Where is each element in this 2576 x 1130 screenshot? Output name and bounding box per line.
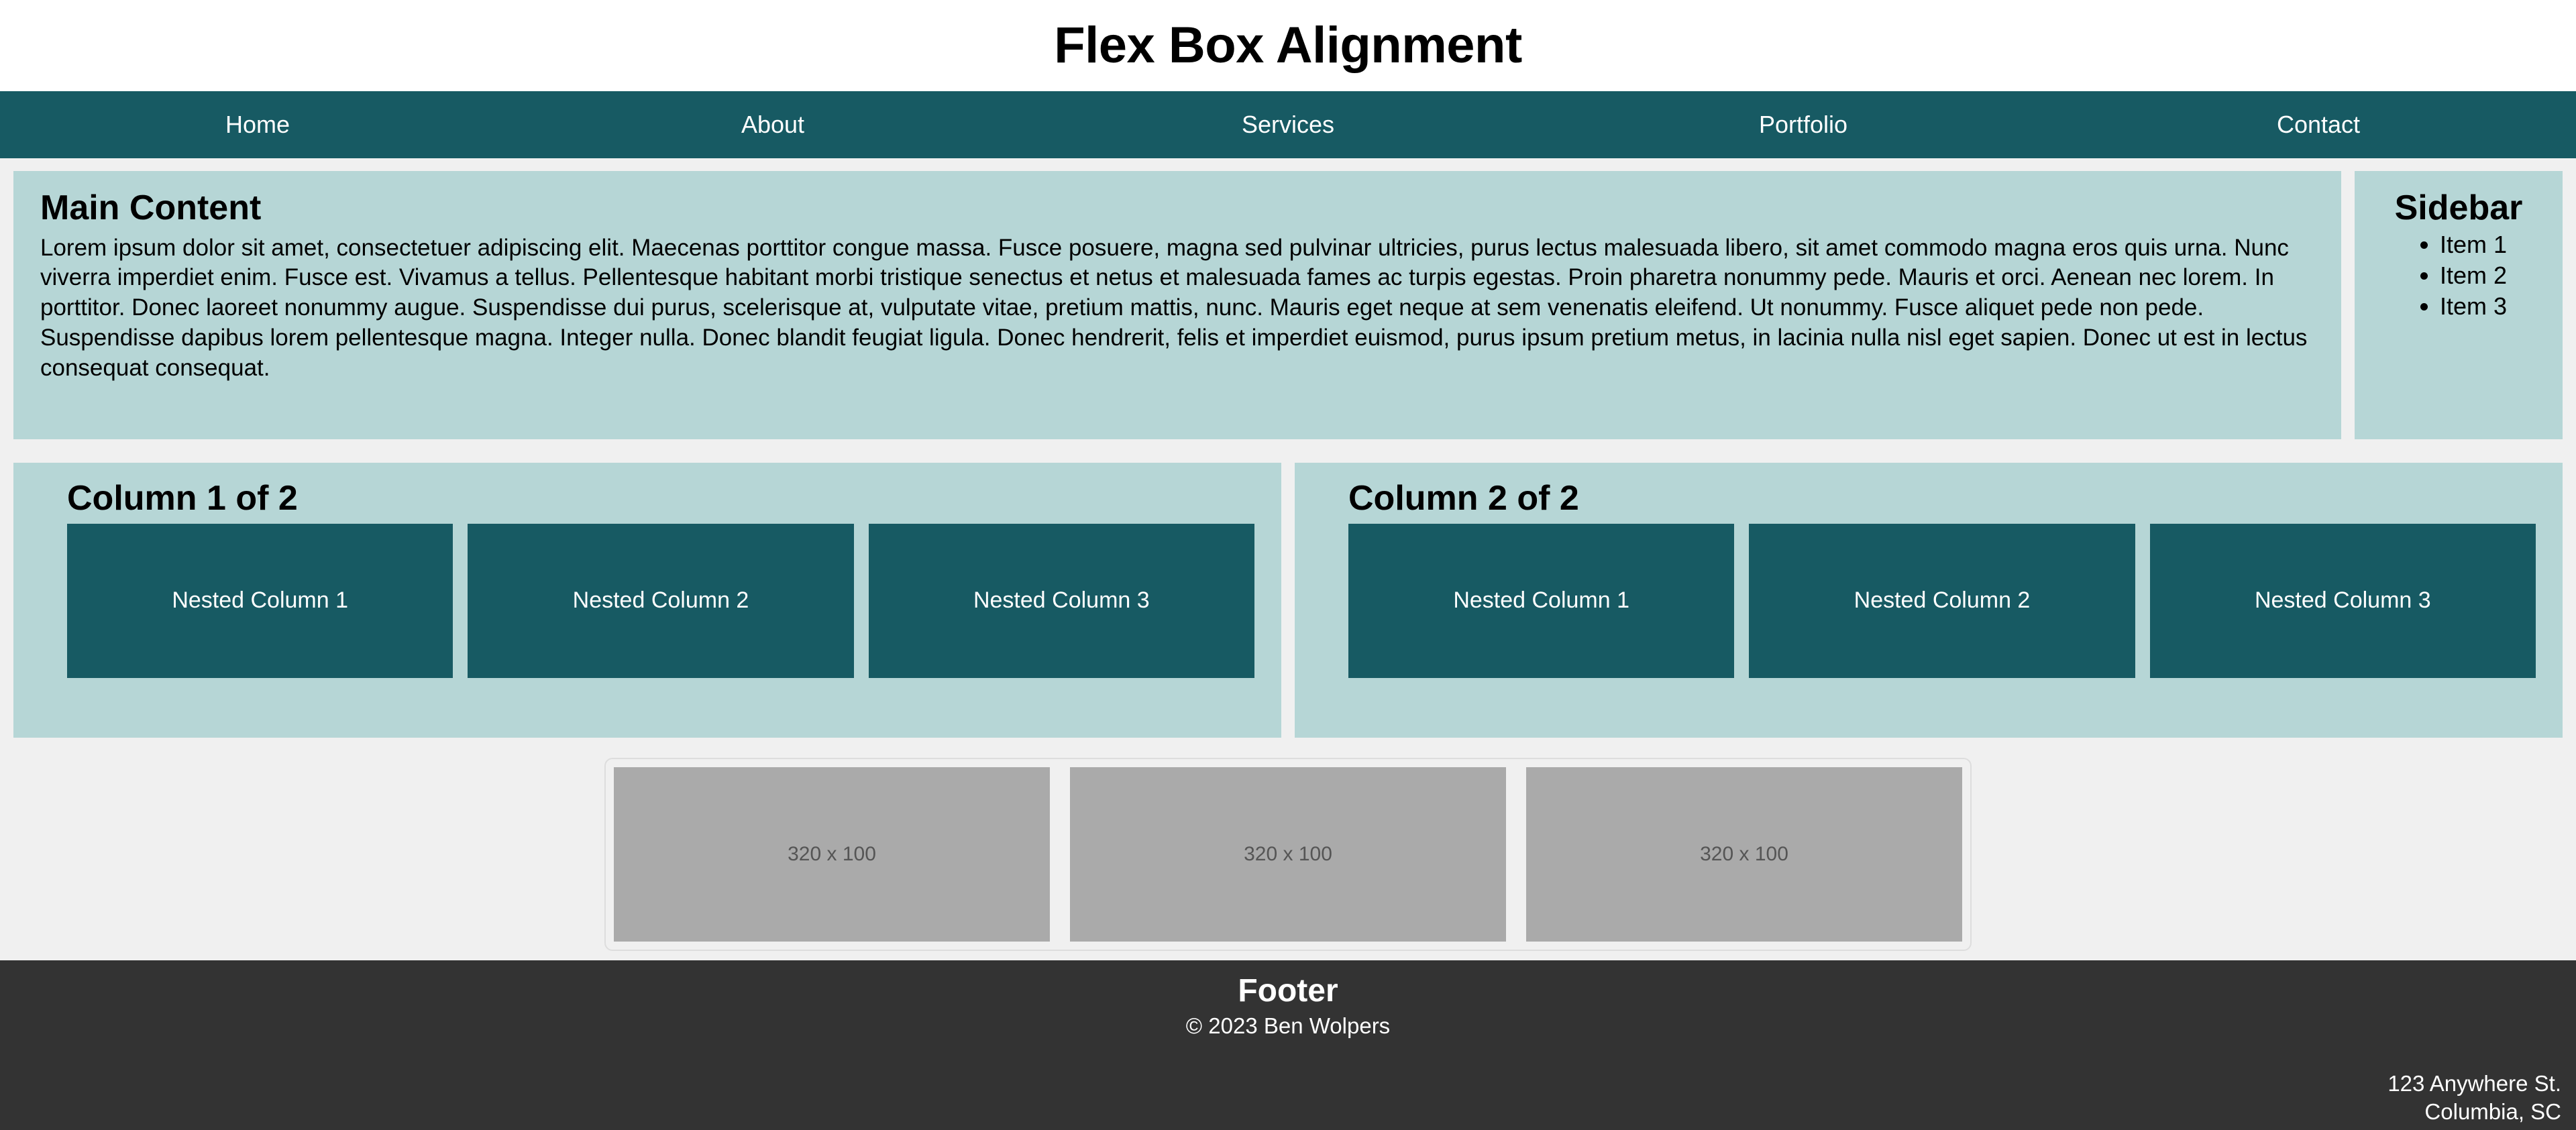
column-1-nested-box-1[interactable]: Nested Column 1 (67, 523, 453, 678)
image-row: 320 x 100 320 x 100 320 x 100 (604, 758, 1972, 951)
sidebar-panel: Sidebar Item 1 Item 2 Item 3 (2355, 171, 2563, 439)
nav-item-contact[interactable]: Contact (2061, 113, 2576, 137)
column-1-nested-row: Nested Column 1 Nested Column 2 Nested C… (67, 523, 1254, 678)
footer-address-line-2: Columbia, SC (2424, 1098, 2561, 1124)
footer-copyright: © 2023 Ben Wolpers (1185, 1013, 1391, 1038)
content-band: Main Content Lorem ipsum dolor sit amet,… (0, 158, 2576, 960)
sidebar-item-3[interactable]: Item 3 (2440, 291, 2507, 322)
main-content-paragraph: Lorem ipsum dolor sit amet, consectetuer… (40, 234, 2308, 381)
nav-link-portfolio[interactable]: Portfolio (1759, 113, 1847, 137)
nav-item-home[interactable]: Home (0, 113, 515, 137)
sidebar-item-1[interactable]: Item 1 (2440, 229, 2507, 260)
column-2-nested-row: Nested Column 1 Nested Column 2 Nested C… (1348, 523, 2536, 678)
main-row: Main Content Lorem ipsum dolor sit amet,… (0, 158, 2576, 439)
column-2-nested-box-2[interactable]: Nested Column 2 (1749, 523, 2135, 678)
nav-link-home[interactable]: Home (225, 113, 290, 137)
footer-address-line-1: 123 Anywhere St. (2387, 1070, 2561, 1096)
column-1-heading: Column 1 of 2 (67, 479, 298, 518)
primary-navigation: Home About Services Portfolio Contact (0, 91, 2576, 158)
image-placeholder-2[interactable]: 320 x 100 (1070, 767, 1506, 942)
image-row-wrapper: 320 x 100 320 x 100 320 x 100 (0, 738, 2576, 951)
columns-row: Column 1 of 2 Nested Column 1 Nested Col… (0, 439, 2576, 738)
image-placeholder-1[interactable]: 320 x 100 (614, 767, 1050, 942)
sidebar-heading: Sidebar (2394, 188, 2523, 227)
nav-list: Home About Services Portfolio Contact (0, 113, 2576, 137)
main-content-panel: Main Content Lorem ipsum dolor sit amet,… (13, 171, 2341, 439)
image-placeholder-3[interactable]: 320 x 100 (1526, 767, 1962, 942)
nav-link-contact[interactable]: Contact (2277, 113, 2360, 137)
nav-link-services[interactable]: Services (1242, 113, 1334, 137)
footer-heading: Footer (1238, 973, 1338, 1009)
page-title: Flex Box Alignment (1054, 17, 1522, 74)
column-panel-1: Column 1 of 2 Nested Column 1 Nested Col… (13, 463, 1281, 738)
main-content-heading: Main Content (40, 188, 262, 227)
footer-main: Footer © 2023 Ben Wolpers (0, 973, 2576, 1041)
sidebar-item-2[interactable]: Item 2 (2440, 260, 2507, 291)
page-root: Flex Box Alignment Home About Services P… (0, 0, 2576, 1130)
footer-address: 123 Anywhere St. Columbia, SC (2387, 1070, 2561, 1126)
sidebar-list: Item 1 Item 2 Item 3 (2410, 229, 2507, 322)
column-2-nested-box-1[interactable]: Nested Column 1 (1348, 523, 1735, 678)
nav-item-about[interactable]: About (515, 113, 1030, 137)
nav-item-services[interactable]: Services (1030, 113, 1546, 137)
site-header: Flex Box Alignment (0, 0, 2576, 91)
column-1-nested-box-3[interactable]: Nested Column 3 (868, 523, 1254, 678)
nav-link-about[interactable]: About (741, 113, 804, 137)
column-2-heading: Column 2 of 2 (1348, 479, 1579, 518)
column-2-nested-box-3[interactable]: Nested Column 3 (2149, 523, 2536, 678)
column-panel-2: Column 2 of 2 Nested Column 1 Nested Col… (1295, 463, 2563, 738)
site-footer: Footer © 2023 Ben Wolpers 123 Anywhere S… (0, 960, 2576, 1130)
column-1-nested-box-2[interactable]: Nested Column 2 (468, 523, 854, 678)
nav-item-portfolio[interactable]: Portfolio (1546, 113, 2061, 137)
